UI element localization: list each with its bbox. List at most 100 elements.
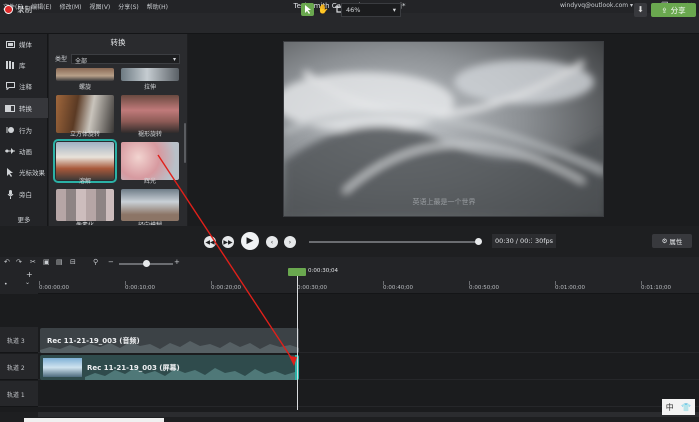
sidebar-item-voice-narration[interactable]: 旁白 (0, 184, 48, 204)
fast-forward-button[interactable]: ▶▶ (222, 236, 234, 248)
sidebar-item-transitions[interactable]: 转换 (0, 98, 48, 118)
ime-indicator[interactable]: 中 👕 (662, 399, 695, 415)
rewind-icon: ◀◀ (205, 238, 215, 246)
pointer-tool-button[interactable] (301, 3, 314, 16)
record-button[interactable]: 录制 (4, 4, 32, 15)
ruler-label: 0:00:30;00 (297, 285, 328, 291)
transition-thumb-stretch[interactable] (121, 68, 179, 81)
transition-thumb-glow[interactable] (121, 142, 179, 180)
playhead-line (297, 276, 298, 410)
ruler-label: 0:00:00;00 (39, 285, 70, 291)
next-frame-button[interactable]: › (284, 236, 296, 248)
account-menu[interactable]: windyvq@outlook.com ▾ (560, 2, 633, 9)
dot-icon: • (4, 281, 8, 288)
cursor-icon (5, 167, 15, 177)
sidebar-item-media[interactable]: 媒体 (0, 34, 48, 54)
transition-thumb-cube-rotate[interactable] (56, 95, 114, 133)
rewind-button[interactable]: ◀◀ (204, 236, 216, 248)
sidebar-item-behaviors[interactable]: 行为 (0, 120, 48, 140)
track-name: 轨道 2 (7, 365, 25, 372)
pan-tool-button[interactable]: ✋ (317, 3, 330, 16)
add-track-icon[interactable]: + (26, 270, 33, 279)
transition-label: 螺旋 (78, 84, 91, 91)
type-select[interactable]: 全部 ▾ (71, 53, 180, 65)
chevron-left-icon: ‹ (270, 238, 274, 246)
sidebar-item-label: 行为 (19, 127, 32, 135)
track-header-3[interactable]: 轨道 3 (0, 327, 38, 353)
properties-label: 属性 (669, 238, 683, 246)
ruler-label: 0:01:10;00 (641, 285, 672, 291)
type-label: 类型 (55, 56, 68, 63)
tools-sidebar: 媒体 库 注释 转换 行为 动画 光标效果 旁白 更多 (0, 34, 48, 226)
chevron-down-icon[interactable]: ⌄ (25, 279, 30, 286)
seek-handle[interactable] (475, 238, 482, 245)
zoom-out-icon[interactable]: − (108, 258, 114, 266)
animation-icon (5, 147, 15, 155)
record-label: 录制 (17, 5, 32, 14)
undo-icon[interactable]: ↶ (4, 258, 10, 266)
shirt-icon: 👕 (681, 402, 692, 412)
transition-label: 褪形旋转 (137, 131, 162, 138)
playhead-handle[interactable] (288, 268, 306, 276)
transition-thumb-radial-blur[interactable] (121, 189, 179, 221)
transition-label: 立方体旋转 (69, 131, 100, 138)
sidebar-item-cursor-effects[interactable]: 光标效果 (0, 162, 48, 182)
ruler-label: 0:00:20;00 (211, 285, 242, 291)
clip-title: Rec 11-21-19_003 (音频) (47, 337, 140, 345)
transition-thumb-dissolve[interactable] (53, 139, 117, 183)
track-row-1[interactable] (38, 381, 699, 407)
play-button[interactable]: ▶ (241, 232, 259, 250)
previous-frame-button[interactable]: ‹ (266, 236, 278, 248)
zoom-in-icon[interactable]: + (174, 258, 180, 266)
timeline-zoom-handle[interactable] (143, 260, 150, 267)
sidebar-item-label: 转换 (19, 105, 32, 113)
sidebar-item-label: 旁白 (19, 191, 32, 199)
screen-clip[interactable]: Rec 11-21-19_003 (屏幕) (40, 355, 299, 380)
seek-bar[interactable] (309, 241, 479, 243)
chevron-down-icon: ▾ (392, 6, 396, 14)
paste-icon[interactable]: ▤ (56, 258, 63, 266)
share-label: 分享 (670, 5, 686, 15)
split-icon[interactable]: ⊟ (70, 258, 76, 266)
search-icon[interactable]: ⚲ (93, 258, 98, 266)
panel-scrollbar[interactable] (184, 123, 186, 163)
pointer-icon (304, 5, 311, 14)
transition-thumb-fade-rotate[interactable] (121, 95, 179, 133)
sidebar-item-animations[interactable]: 动画 (0, 141, 48, 161)
fast-forward-icon: ▶▶ (223, 238, 233, 246)
track-name: 轨道 3 (7, 338, 25, 345)
track-header-1[interactable]: 轨道 1 (0, 381, 38, 407)
transition-thumb-pixelate[interactable] (56, 189, 114, 221)
play-icon: ▶ (246, 236, 254, 246)
zoom-select[interactable]: 46% ▾ (341, 3, 401, 17)
sidebar-item-label: 媒体 (19, 41, 32, 49)
transition-label: 辉光 (143, 178, 156, 185)
transition-thumb-spiral[interactable] (56, 68, 114, 81)
share-button[interactable]: ⇪ 分享 (651, 3, 696, 17)
library-icon (5, 61, 15, 69)
copy-icon[interactable]: ▣ (43, 258, 50, 266)
transition-icon (5, 104, 15, 112)
properties-button[interactable]: ⚙ 属性 (652, 234, 692, 248)
microphone-icon (5, 189, 15, 199)
media-icon (5, 40, 15, 48)
more-button[interactable]: 更多 (0, 214, 48, 224)
share-icon: ⇪ (661, 5, 668, 15)
type-filter: 类型 全部 ▾ (55, 53, 180, 65)
track-header-2[interactable]: 轨道 2 (0, 354, 38, 380)
chevron-down-icon: ▾ (172, 55, 176, 63)
sidebar-item-label: 库 (19, 62, 26, 70)
audio-clip[interactable]: Rec 11-21-19_003 (音频) (40, 328, 299, 353)
transition-label: 拉伸 (143, 84, 156, 91)
redo-icon[interactable]: ↷ (16, 258, 22, 266)
annotation-icon (5, 82, 15, 90)
ruler-label: 0:00:50;00 (469, 285, 500, 291)
download-button[interactable]: ⬇ (634, 3, 647, 17)
video-canvas[interactable]: 英语上最是一个世界 (283, 41, 604, 217)
video-frame: 英语上最是一个世界 (284, 42, 603, 216)
sidebar-item-annotations[interactable]: 注释 (0, 76, 48, 96)
sidebar-item-library[interactable]: 库 (0, 55, 48, 75)
ruler-label: 0:00:40;00 (383, 285, 414, 291)
cut-icon[interactable]: ✂ (30, 258, 36, 266)
zoom-value: 46% (346, 6, 361, 14)
